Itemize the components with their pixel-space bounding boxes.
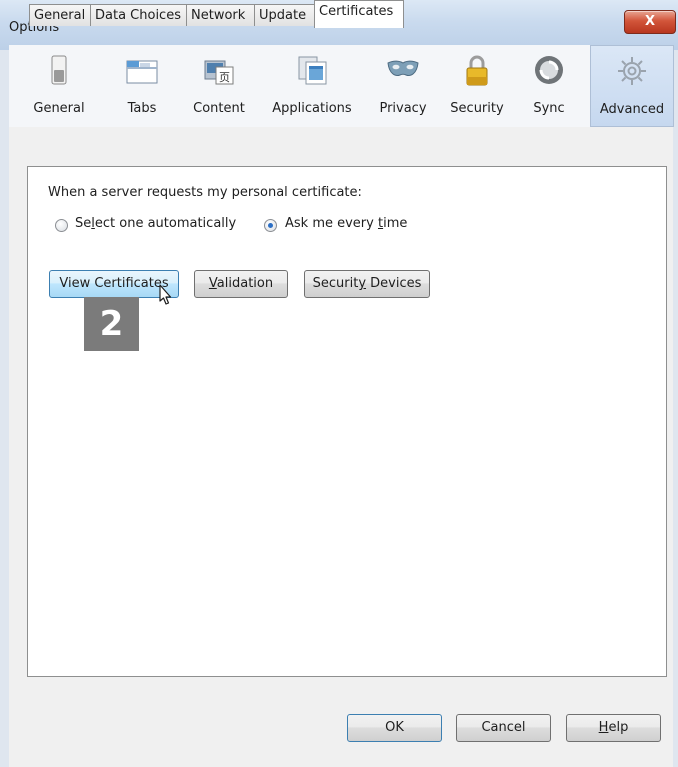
radio-ask-every-time-label[interactable]: Ask me every time: [285, 216, 407, 231]
tabs-window-icon: [126, 60, 158, 84]
sync-icon: [535, 56, 563, 84]
tab-general[interactable]: General: [29, 4, 91, 26]
tab-network[interactable]: Network: [186, 4, 255, 26]
gear-icon: [618, 57, 646, 85]
tab-certificates[interactable]: Certificates: [314, 0, 404, 28]
certificates-content: [27, 166, 667, 677]
security-devices-button[interactable]: Security Devices: [304, 270, 430, 298]
radio-select-automatically-label[interactable]: Select one automatically: [75, 216, 236, 231]
toolbar-item-sync[interactable]: Sync: [524, 45, 574, 125]
cancel-button[interactable]: Cancel: [456, 714, 551, 742]
preferences-toolbar: General Tabs 页 Content Applications Priv…: [9, 45, 674, 128]
close-button[interactable]: X: [624, 10, 676, 34]
help-button[interactable]: Help: [566, 714, 661, 742]
tab-update[interactable]: Update: [254, 4, 315, 26]
toolbar-item-label: Content: [193, 101, 245, 116]
toolbar-item-applications[interactable]: Applications: [261, 45, 363, 125]
applications-icon: [298, 56, 327, 85]
toolbar-item-label: Tabs: [127, 101, 157, 116]
toolbar-item-label: Privacy: [379, 101, 427, 116]
svg-text:页: 页: [219, 71, 230, 84]
switch-icon: [51, 55, 67, 85]
ok-button[interactable]: OK: [347, 714, 442, 742]
toolbar-item-label: Security: [450, 101, 504, 116]
validation-button[interactable]: Validation: [194, 270, 288, 298]
toolbar-item-tabs[interactable]: Tabs: [114, 45, 170, 125]
toolbar-item-general[interactable]: General: [29, 45, 89, 125]
tab-data-choices[interactable]: Data Choices: [90, 4, 187, 26]
toolbar-item-security[interactable]: Security: [446, 45, 508, 125]
certificate-request-label: When a server requests my personal certi…: [48, 185, 362, 200]
toolbar-item-label: Sync: [533, 101, 565, 116]
mouse-pointer-icon: [159, 284, 172, 305]
radio-ask-every-time[interactable]: [264, 219, 277, 232]
content-page-icon: 页: [204, 60, 234, 85]
close-icon: X: [644, 14, 656, 29]
options-window: Options X General Tabs 页 Content Applica…: [0, 0, 678, 767]
padlock-icon: [466, 55, 488, 86]
toolbar-item-advanced[interactable]: Advanced: [590, 45, 674, 127]
toolbar-item-label: General: [33, 101, 85, 116]
step-number-badge: 2: [84, 297, 139, 351]
toolbar-item-content[interactable]: 页 Content: [187, 45, 251, 125]
radio-select-automatically[interactable]: [55, 219, 68, 232]
toolbar-item-privacy[interactable]: Privacy: [373, 45, 433, 125]
toolbar-item-label: Applications: [272, 101, 352, 116]
mask-icon: [387, 60, 419, 76]
toolbar-item-label: Advanced: [599, 102, 665, 117]
